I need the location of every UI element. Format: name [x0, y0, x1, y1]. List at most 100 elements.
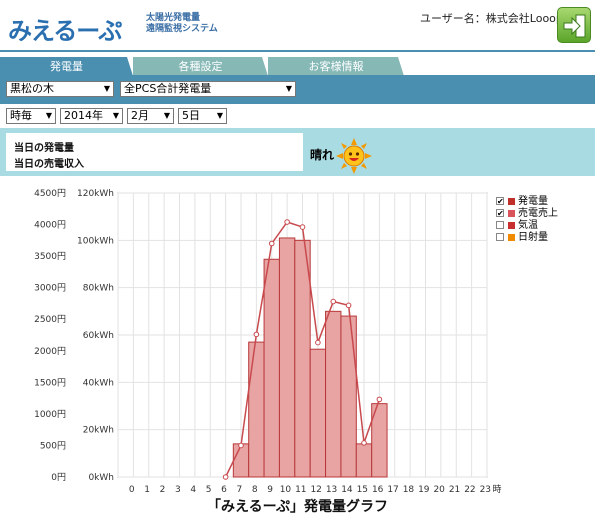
- tab-customer-info-label: お客様情報: [308, 60, 364, 73]
- month-select-value: 2月: [131, 109, 149, 122]
- x-tick-label: 3: [175, 485, 181, 495]
- x-tick-label: 4: [190, 485, 196, 495]
- y-tick-label-kwh: 120kWh: [77, 189, 114, 199]
- tab-settings[interactable]: 各種設定: [133, 57, 268, 76]
- bar-generation: [263, 258, 280, 478]
- y-tick-label-yen: 3000円: [34, 283, 66, 294]
- x-tick-label: 14: [341, 485, 353, 495]
- user-name-label: ユーザー名：株式会社Looop: [420, 12, 563, 25]
- chart-title: 「みえるーぷ」発電量グラフ: [206, 499, 389, 515]
- y-tick-label-yen: 3500円: [34, 251, 66, 262]
- sales-point: [299, 224, 306, 230]
- x-tick-label: 17: [387, 485, 398, 495]
- x-tick-label: 21: [449, 485, 460, 495]
- chart-legend: ✔ 発電量 ✔ 売電売上 気温 日射量: [496, 196, 558, 244]
- x-tick-label: 19: [418, 485, 430, 495]
- daily-summary-bar: 当日の発電量 当日の売電収入 晴れ: [0, 128, 595, 176]
- legend-swatch: [508, 197, 515, 205]
- bar-generation: [325, 310, 342, 478]
- x-tick-label: 16: [372, 485, 384, 495]
- x-tick-label: 15: [357, 485, 368, 495]
- period-select-value: 時毎: [10, 109, 32, 122]
- logo-subtitle-line-1: 太陽光発電量: [146, 13, 201, 23]
- logout-button[interactable]: [557, 7, 591, 43]
- period-select[interactable]: 時毎 ▼: [6, 108, 56, 124]
- tab-settings-label: 各種設定: [178, 60, 223, 73]
- dropdown-arrow-icon: ▼: [163, 111, 170, 120]
- y-tick-label-kwh: 60kWh: [83, 331, 114, 341]
- x-tick-label: 5: [206, 485, 212, 495]
- x-tick-label: 18: [403, 485, 415, 495]
- x-tick-label: 2: [160, 485, 166, 495]
- x-tick-label: 20: [433, 485, 445, 495]
- y-tick-label-yen: 4000円: [34, 220, 66, 231]
- legend-item-generation[interactable]: ✔ 発電量: [496, 196, 558, 208]
- sales-point: [361, 440, 367, 446]
- app-logo[interactable]: みえるーぷ: [8, 11, 122, 46]
- month-select[interactable]: 2月 ▼: [127, 108, 174, 124]
- legend-checkbox-sales[interactable]: ✔: [496, 209, 504, 218]
- legend-swatch: [508, 209, 515, 217]
- x-tick-label: 8: [252, 485, 258, 495]
- sales-point: [253, 331, 260, 338]
- y-tick-label-kwh: 80kWh: [83, 284, 114, 294]
- tab-customer-info[interactable]: お客様情報: [268, 57, 404, 76]
- site-select[interactable]: 黒松の木 ▼: [6, 81, 114, 97]
- date-select-bar: 時毎 ▼ 2014年 ▼ 2月 ▼ 5日 ▼: [0, 104, 595, 128]
- tab-generation[interactable]: 発電量: [0, 57, 133, 76]
- year-select[interactable]: 2014年 ▼: [60, 108, 123, 124]
- y-tick-label-kwh: 0kWh: [88, 473, 114, 483]
- year-select-value: 2014年: [64, 109, 103, 122]
- dropdown-arrow-icon: ▼: [45, 111, 52, 120]
- sales-point: [345, 302, 352, 309]
- y-tick-label-yen: 1000円: [34, 409, 66, 420]
- legend-swatch: [508, 233, 515, 241]
- y-tick-label-kwh: 100kWh: [77, 236, 114, 246]
- x-tick-label: 23: [480, 485, 491, 495]
- weather-label: 晴れ: [310, 148, 335, 162]
- dropdown-arrow-icon: ▼: [103, 84, 110, 93]
- x-tick-label: 10: [280, 485, 292, 495]
- legend-swatch: [508, 221, 515, 229]
- main-tabs: 発電量 各種設定 お客様情報: [0, 54, 595, 76]
- dropdown-arrow-icon: ▼: [112, 111, 119, 120]
- legend-checkbox-generation[interactable]: ✔: [496, 197, 504, 206]
- y-tick-label-kwh: 20kWh: [83, 426, 114, 436]
- bar-generation: [340, 315, 357, 478]
- y-tick-label-yen: 500円: [40, 440, 66, 451]
- bar-generation: [232, 443, 250, 478]
- bar-generation: [355, 443, 373, 478]
- bar-generation: [309, 348, 327, 478]
- x-tick-label: 1: [144, 485, 150, 495]
- x-tick-label: 13: [326, 485, 337, 495]
- pcs-select-value: 全PCS合計発電量: [124, 82, 212, 95]
- x-tick-label: 12: [310, 485, 321, 495]
- daily-summary-box: 当日の発電量 当日の売電収入: [6, 133, 303, 171]
- legend-checkbox-temperature[interactable]: [496, 221, 504, 229]
- legend-item-temperature[interactable]: 気温: [496, 220, 558, 232]
- sales-point: [376, 396, 383, 403]
- y-tick-label-yen: 2000円: [34, 346, 66, 357]
- x-tick-label: 7: [236, 485, 242, 495]
- bar-generation: [294, 239, 311, 478]
- sales-point: [315, 339, 321, 346]
- app-logo-subtitle: 太陽光発電量 遠隔監視システム: [146, 13, 218, 35]
- site-select-bar: 黒松の木 ▼ 全PCS合計発電量 ▼: [0, 75, 595, 104]
- dropdown-arrow-icon: ▼: [285, 84, 292, 93]
- bar-generation: [278, 237, 296, 478]
- logo-subtitle-line-2: 遠隔監視システム: [146, 24, 218, 34]
- legend-checkbox-irradiance[interactable]: [496, 233, 504, 241]
- tab-generation-label: 発電量: [50, 60, 83, 73]
- day-select[interactable]: 5日 ▼: [178, 108, 227, 124]
- day-select-value: 5日: [182, 109, 200, 122]
- pcs-select[interactable]: 全PCS合計発電量 ▼: [120, 81, 296, 97]
- header: みえるーぷ 太陽光発電量 遠隔監視システム ユーザー名：株式会社Looop: [0, 0, 595, 52]
- daily-generation-label: 当日の発電量: [14, 143, 74, 154]
- sales-point: [284, 219, 290, 225]
- legend-label: 日射量: [518, 232, 548, 243]
- sunny-weather-icon: [336, 138, 372, 174]
- y-tick-label-kwh: 40kWh: [83, 378, 114, 388]
- legend-item-sales[interactable]: ✔ 売電売上: [496, 208, 558, 220]
- legend-item-irradiance[interactable]: 日射量: [496, 232, 558, 244]
- dropdown-arrow-icon: ▼: [216, 111, 223, 120]
